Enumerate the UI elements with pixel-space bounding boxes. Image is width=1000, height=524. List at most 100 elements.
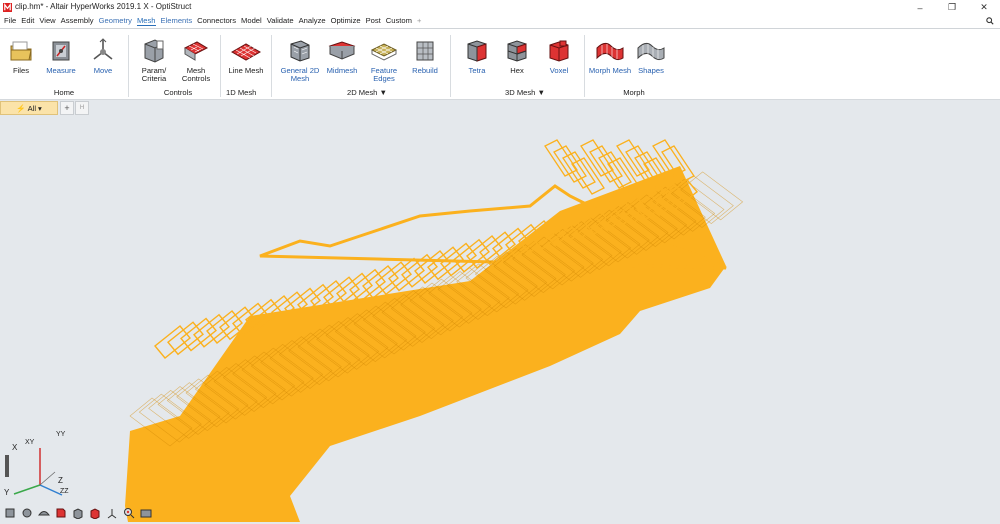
move-icon: [93, 38, 113, 60]
box-view-icon[interactable]: [71, 506, 85, 520]
mesh-controls-label-2: Controls: [181, 74, 211, 83]
isometric-view-icon[interactable]: [3, 506, 17, 520]
all-filter-label: All: [27, 103, 37, 113]
mesh-controls-tool[interactable]: Mesh Controls: [178, 29, 214, 83]
feature-edges-tool[interactable]: Feature Edges: [364, 29, 404, 83]
voxel-icon: [549, 40, 569, 62]
midmesh-label: Midmesh: [326, 66, 358, 75]
group-2d-mesh[interactable]: 2D Mesh ▼: [345, 88, 389, 97]
axis-yy-label: YY: [56, 431, 66, 438]
midmesh-icon: [328, 41, 356, 60]
group-1d-mesh: 1D Mesh: [226, 88, 257, 97]
menu-validate[interactable]: Validate: [267, 16, 294, 26]
menu-model[interactable]: Model: [241, 16, 262, 26]
menu-mesh[interactable]: Mesh: [136, 16, 156, 26]
measure-icon: [52, 41, 70, 61]
rebuild-label: Rebuild: [412, 66, 438, 75]
group-morph: Morph: [623, 88, 645, 97]
h-button[interactable]: H: [75, 101, 89, 115]
ribbon-separator: [584, 35, 585, 97]
voxel-label: Voxel: [549, 66, 569, 75]
axis-z-label: Z: [58, 476, 63, 485]
minimize-button[interactable]: –: [906, 0, 934, 15]
general-2d-mesh-icon: [290, 40, 310, 62]
tetra-tool[interactable]: Tetra: [462, 29, 492, 75]
morph-mesh-tool[interactable]: Morph Mesh: [588, 29, 632, 75]
group-home: Home: [53, 88, 75, 97]
search-icon[interactable]: [986, 17, 994, 25]
measure-label: Measure: [46, 66, 76, 75]
shapes-tool[interactable]: Shapes: [634, 29, 668, 75]
axis-view-icon[interactable]: [105, 506, 119, 520]
shapes-label: Shapes: [638, 66, 664, 75]
menu-file[interactable]: File: [4, 16, 16, 26]
hex-label: Hex: [510, 66, 524, 75]
model-filter-bar: ⚡ All ▾ + H: [0, 100, 1000, 116]
move-label: Move: [93, 66, 113, 75]
axis-zz-label: ZZ: [60, 488, 69, 495]
files-tool[interactable]: Files: [4, 29, 38, 75]
pan-icon[interactable]: [37, 506, 51, 520]
graphics-viewport[interactable]: [0, 116, 1000, 522]
feature-edges-label-2: Edges: [373, 74, 395, 83]
menu-post[interactable]: Post: [366, 16, 381, 26]
param-criteria-icon: [144, 39, 164, 63]
zoom-icon[interactable]: [122, 506, 136, 520]
tetra-icon: [467, 40, 487, 62]
menu-assembly[interactable]: Assembly: [61, 16, 94, 26]
line-mesh-tool[interactable]: Line Mesh: [226, 29, 266, 75]
rebuild-tool[interactable]: Rebuild: [408, 29, 442, 75]
shapes-icon: [637, 42, 665, 61]
mesh-model[interactable]: [0, 116, 1000, 522]
close-button[interactable]: ✕: [970, 0, 998, 15]
param-label-2: Criteria: [141, 74, 167, 83]
rebuild-icon: [416, 41, 434, 61]
menu-view[interactable]: View: [39, 16, 55, 26]
window-title: clip.hm* - Altair HyperWorks 2019.1 X - …: [15, 2, 192, 11]
title-bar: clip.hm* - Altair HyperWorks 2019.1 X - …: [0, 0, 1000, 15]
menu-elements[interactable]: Elements: [161, 16, 193, 26]
chevron-down-icon: ▾: [38, 103, 42, 113]
ribbon-separator: [271, 35, 272, 97]
ribbon-separator: [450, 35, 451, 97]
feature-edges-icon: [370, 43, 398, 61]
menu-connectors[interactable]: Connectors: [197, 16, 236, 26]
voxel-tool[interactable]: Voxel: [544, 29, 574, 75]
move-tool[interactable]: Move: [86, 29, 120, 75]
morph-mesh-label: Morph Mesh: [588, 66, 632, 75]
add-filter-button[interactable]: +: [60, 101, 74, 115]
tetra-label: Tetra: [468, 66, 486, 75]
ribbon: Files Measure Move Home Param/ Criteria …: [0, 29, 1000, 100]
menu-optimize[interactable]: Optimize: [331, 16, 361, 26]
mesh-controls-icon: [183, 41, 209, 61]
general-2d-mesh-tool[interactable]: General 2D Mesh: [278, 29, 322, 83]
hex-icon: [507, 40, 527, 62]
view-indicator: [5, 455, 9, 477]
param-criteria-tool[interactable]: Param/ Criteria: [138, 29, 170, 83]
general-2d-label-2: Mesh: [290, 74, 310, 83]
app-logo-icon: [3, 3, 12, 12]
fit-icon[interactable]: [54, 506, 68, 520]
display-options-icon[interactable]: [139, 506, 153, 520]
red-cube-icon[interactable]: [88, 506, 102, 520]
menu-custom[interactable]: Custom: [386, 16, 412, 26]
group-controls: Controls: [163, 88, 193, 97]
all-filter-dropdown[interactable]: ⚡ All ▾: [0, 101, 58, 115]
axis-x-label: X: [12, 443, 18, 452]
lightning-icon: ⚡: [16, 103, 26, 113]
line-mesh-label: Line Mesh: [228, 66, 264, 75]
rotate-icon[interactable]: [20, 506, 34, 520]
axis-xy-label: XY: [25, 439, 35, 446]
add-ribbon-button[interactable]: +: [417, 16, 421, 26]
files-label: Files: [12, 66, 30, 75]
midmesh-tool[interactable]: Midmesh: [324, 29, 360, 75]
menu-analyze[interactable]: Analyze: [299, 16, 326, 26]
files-icon: [10, 41, 32, 61]
menu-edit[interactable]: Edit: [21, 16, 34, 26]
group-3d-mesh[interactable]: 3D Mesh ▼: [505, 88, 545, 97]
maximize-button[interactable]: ❐: [938, 0, 966, 15]
measure-tool[interactable]: Measure: [44, 29, 78, 75]
hex-tool[interactable]: Hex: [502, 29, 532, 75]
axes-triad: X XY YY Z ZZ Y: [4, 431, 69, 497]
menu-geometry[interactable]: Geometry: [99, 16, 132, 26]
